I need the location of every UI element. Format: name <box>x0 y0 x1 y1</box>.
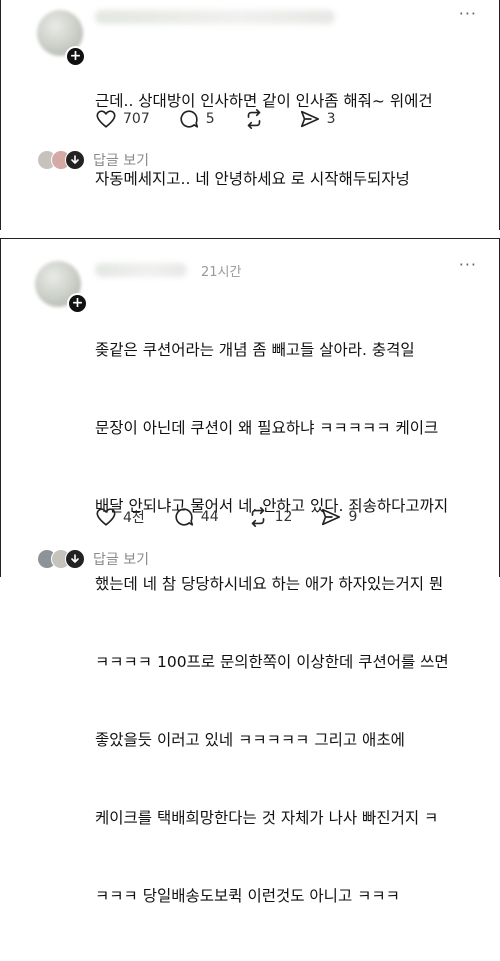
comment-line: 좆같은 쿠션어라는 개념 좀 빼고들 살아라. 충격일 <box>95 341 415 359</box>
separator <box>0 230 500 238</box>
view-replies[interactable]: 답글 보기 <box>37 549 149 569</box>
send-icon <box>300 110 319 128</box>
repost-count: 12 <box>274 509 293 525</box>
comment-line: 했는데 네 참 당당하시네요 하는 애가 하자있는거지 뭔 <box>95 575 444 593</box>
comment-line: 케이크를 택배희망한다는 것 자체가 나사 빠진거지 ㅋ <box>95 809 439 827</box>
action-bar: 707 5 3 <box>95 107 364 131</box>
comment-card-2: + 21시간 ··· 좆같은 쿠션어라는 개념 좀 빼고들 살아라. 충격일 문… <box>0 238 500 905</box>
reply-count: 5 <box>205 111 215 127</box>
heart-icon <box>96 110 116 128</box>
more-dots-icon[interactable]: ··· <box>459 255 477 274</box>
plus-icon[interactable]: + <box>65 46 86 67</box>
repost-button[interactable]: 12 <box>247 506 293 528</box>
comment-text: 근데.. 상대방이 인사하면 같이 인사좀 해줘~ 위에건 자동메세지고.. 네… <box>95 36 485 244</box>
like-count: 707 <box>123 111 150 127</box>
like-count: 4천 <box>123 510 145 526</box>
share-button[interactable]: 3 <box>299 108 336 130</box>
comment-text: 좆같은 쿠션어라는 개념 좀 빼고들 살아라. 충격일 문장이 아닌데 쿠션이 … <box>95 285 485 961</box>
speech-bubble-icon <box>175 508 193 526</box>
comment-line: ㅋㅋㅋ 당일배송도보퀵 이런것도 아니고 ㅋㅋㅋ <box>95 887 400 905</box>
view-replies-label[interactable]: 답글 보기 <box>93 549 149 569</box>
action-bar: 4천 44 12 9 <box>95 505 385 529</box>
comment-card-1: + ··· 근데.. 상대방이 인사하면 같이 인사좀 해줘~ 위에건 자동메세… <box>0 0 500 230</box>
plus-icon[interactable]: + <box>67 293 88 314</box>
reply-button[interactable]: 44 <box>173 506 219 528</box>
view-replies[interactable]: 답글 보기 <box>37 150 149 170</box>
heart-icon <box>96 508 116 526</box>
repost-button[interactable] <box>243 108 271 130</box>
like-button[interactable]: 4천 <box>95 506 145 528</box>
share-button[interactable]: 9 <box>320 506 357 528</box>
share-count: 9 <box>348 509 358 525</box>
comment-line: ㅋㅋㅋㅋ 100프로 문의한쪽이 이상한데 쿠션어를 쓰면 <box>95 653 449 671</box>
repost-icon <box>251 507 264 527</box>
chevron-down-icon <box>65 150 85 170</box>
timestamp: 21시간 <box>201 265 242 280</box>
comment-line: 자동메세지고.. 네 안녕하세요 로 시작해두되자넝 <box>95 170 410 188</box>
like-button[interactable]: 707 <box>95 108 150 130</box>
speech-bubble-icon <box>180 110 198 128</box>
chevron-down-icon <box>65 549 85 569</box>
username-blurred <box>95 10 335 24</box>
comment-line: 좋았을듯 이러고 있네 ㅋㅋㅋㅋㅋ 그리고 애초에 <box>95 731 405 749</box>
reply-button[interactable]: 5 <box>178 108 215 130</box>
view-replies-label[interactable]: 답글 보기 <box>93 150 149 170</box>
send-icon <box>322 508 341 526</box>
reply-count: 44 <box>200 509 219 525</box>
username-blurred <box>95 263 187 277</box>
more-dots-icon[interactable]: ··· <box>459 4 477 23</box>
repost-icon <box>247 109 260 129</box>
comment-line: 문장이 아닌데 쿠션이 왜 필요하냐 ㅋㅋㅋㅋㅋ 케이크 <box>95 419 439 437</box>
share-count: 3 <box>326 111 336 127</box>
